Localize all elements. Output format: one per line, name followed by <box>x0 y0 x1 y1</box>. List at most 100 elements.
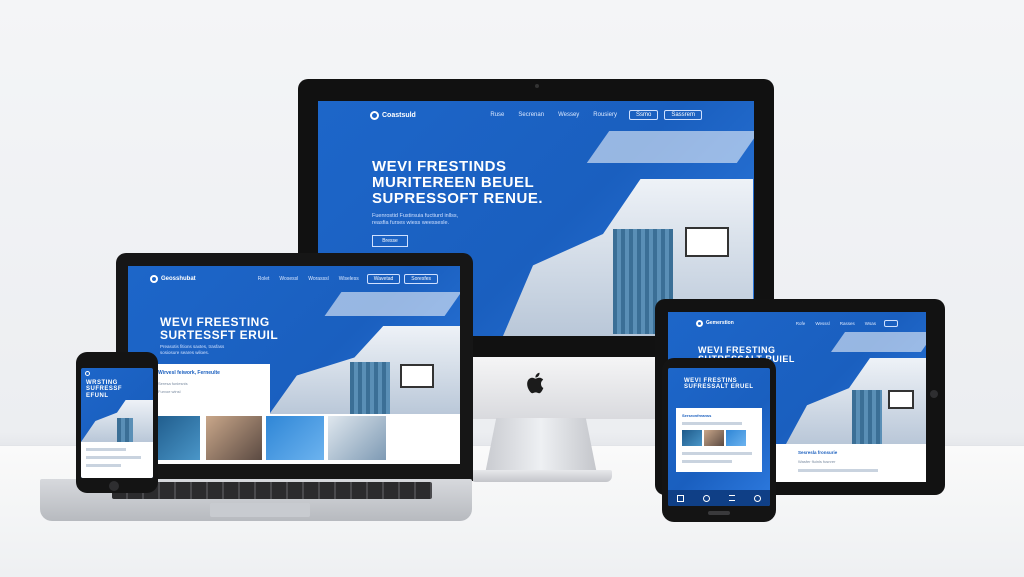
phone-small-logo[interactable] <box>85 371 90 376</box>
phone-large-card-title: Sersronfreanss <box>682 413 712 418</box>
laptop-sub-line-2: sosiosure seares wiloes. <box>160 350 210 356</box>
phone-large-card-line-1 <box>682 422 742 425</box>
monitor-camera-icon <box>535 84 539 88</box>
laptop-nav-item-3[interactable]: Worasssl <box>308 276 328 282</box>
laptop-nav-button-1[interactable]: Wavetad <box>366 274 401 284</box>
monitor-nav-item-3[interactable]: Wessey <box>558 112 579 118</box>
tablet-nav-item-1[interactable]: Rofe <box>796 321 806 326</box>
tablet-menu: Rofe Wesssl Rasses Wsas <box>796 321 876 326</box>
laptop-panel-line-1: Seresa funiesnis <box>158 381 188 386</box>
laptop-navbar: Geosshubat Rolet Wosessl Worasssl Wisele… <box>128 266 460 292</box>
phone-large-hero-title: WEVI FRESTINS SUFRESSALT ERUEL <box>684 378 754 391</box>
phone-large-card-line-3 <box>682 460 732 463</box>
monitor-navbar: Coastsuld Ruse Secrenan Wessey Rousiery … <box>318 101 754 129</box>
phone-large-nav-home-icon[interactable] <box>677 494 685 502</box>
phone-large-nav-user-icon[interactable] <box>753 494 761 502</box>
tablet-logo-icon <box>696 319 703 327</box>
laptop-logo[interactable]: Geosshubat <box>150 275 196 283</box>
laptop-touchpad <box>210 503 310 517</box>
laptop-gallery-image-2[interactable] <box>206 416 262 460</box>
brand-logo-icon <box>370 110 379 120</box>
monitor-hero-line-1: WEVI FRESTINDS <box>372 158 507 175</box>
phone-small-line-2 <box>86 456 141 459</box>
phone-large-thumb-1[interactable] <box>682 430 702 446</box>
brand-name: Coastsuld <box>382 111 416 119</box>
tablet-nav-item-3[interactable]: Rasses <box>840 321 855 326</box>
monitor-stand-neck <box>485 418 597 474</box>
monitor-nav-item-4[interactable]: Rousiery <box>593 112 617 118</box>
laptop-feature-panel: Wirvesl feiwork, Ferneulte Seresa funies… <box>152 364 270 414</box>
laptop-gallery-strip <box>128 414 460 464</box>
tablet-panel-line-1 <box>798 469 878 472</box>
phone-large-thumb-2[interactable] <box>704 430 724 446</box>
monitor-hero-subtitle: Fuenrostid Fustirsuia fuctiurd inllss, r… <box>372 213 458 228</box>
monitor-logo[interactable]: Coastsuld <box>370 110 416 120</box>
phone-large-card-line-2 <box>682 452 752 455</box>
phone-small-line-1 <box>86 448 126 451</box>
laptop-hero-line-2: SURTESSFT ERUIL <box>160 327 279 342</box>
monitor-hero-line-2: MURITEREEN BEUEL <box>372 173 535 191</box>
monitor-sub-line-2: reasfia furses wiess weessesle. <box>372 220 450 227</box>
laptop-billboard <box>400 364 434 388</box>
laptop-nav-button-2[interactable]: Soresfes <box>404 274 438 284</box>
laptop-menu: Rolet Wosessl Worasssl Wiseless <box>258 276 359 282</box>
laptop-gallery-image-4[interactable] <box>328 416 386 460</box>
phone-large-screen: WEVI FRESTINS SUFRESSALT ERUEL Sersronfr… <box>668 368 770 506</box>
laptop-gallery-image-3[interactable] <box>266 416 324 460</box>
laptop-building-glass <box>350 362 390 416</box>
tablet-building-glass <box>852 390 882 444</box>
laptop-hero-line-1: WEVI FREESTING <box>160 315 270 329</box>
phone-small-line-3 <box>86 464 121 467</box>
tablet-home-button <box>930 390 938 398</box>
tablet-logo[interactable]: Gemerstion <box>696 319 734 327</box>
monitor-hero-title: WEVI FRESTINDS MURITEREEN BEUEL SUPRESSO… <box>372 159 543 206</box>
phone-large-nav-menu-icon[interactable] <box>728 495 735 501</box>
laptop-nav-item-2[interactable]: Wosessl <box>279 276 298 282</box>
monitor-sub-line-1: Fuenrostid Fustirsuia fuctiurd inllss, <box>372 213 459 219</box>
phone-small-screen: WRSTING SUFRESSF EFUNL <box>81 368 153 478</box>
laptop-keyboard <box>112 482 432 499</box>
monitor-stand-base <box>470 470 612 482</box>
phone-small-hero-title: WRSTING SUFRESSF EFUNL <box>86 380 122 399</box>
phone-small-hero-line-2: SUFRESSF <box>86 386 123 393</box>
monitor-cta-button[interactable]: Bresse <box>372 235 408 247</box>
phone-large-home-bar <box>708 511 730 515</box>
monitor-menu: Ruse Secrenan Wessey Rousiery <box>490 112 617 118</box>
monitor-billboard <box>685 227 729 257</box>
monitor-nav-button-1[interactable]: Ssmo <box>628 110 659 120</box>
apple-logo-icon <box>526 371 546 395</box>
laptop-panel-title: Wirvesl feiwork, Ferneulte <box>158 370 220 376</box>
tablet-billboard <box>888 390 914 409</box>
monitor-hero-line-3: SUPRESSOFT RENUE. <box>372 189 544 207</box>
tablet-nav-button[interactable] <box>884 319 898 327</box>
tablet-panel-subtitle: Wasfer fluinls fusnrer <box>798 459 836 464</box>
monitor-hero-stripe <box>586 131 754 163</box>
monitor-nav-button-2[interactable]: Sassrem <box>664 110 702 120</box>
monitor-nav-item-2[interactable]: Secrenan <box>518 112 544 118</box>
tablet-nav-item-2[interactable]: Wesssl <box>815 321 829 326</box>
tablet-panel-title: Sesresla fronsurie <box>798 450 838 455</box>
phone-large-hero-line-2: SUFRESSALT ERUEL <box>684 384 754 391</box>
phone-small-logo-icon <box>85 371 90 376</box>
tablet-hero-stripe <box>830 332 926 352</box>
phone-large-nav-search-icon[interactable] <box>703 494 711 502</box>
tablet-nav-item-4[interactable]: Wsas <box>865 321 876 326</box>
laptop-brand-name: Geosshubat <box>161 276 196 282</box>
phone-large-thumb-3[interactable] <box>726 430 746 446</box>
laptop-logo-icon <box>150 275 158 283</box>
phone-small-hero-line-3: EFUNL <box>86 392 109 399</box>
tablet-navbar: Gemerstion Rofe Wesssl Rasses Wsas <box>668 312 926 334</box>
tablet-brand-name: Gemerstion <box>706 320 734 326</box>
phone-large-card: Sersronfreanss <box>676 408 762 472</box>
monitor-nav-item-1[interactable]: Ruse <box>490 112 504 118</box>
laptop-screen: Geosshubat Rolet Wosessl Worasssl Wisele… <box>128 266 460 464</box>
phone-large-bottom-nav <box>668 490 770 506</box>
laptop-hero-subtitle: Preasotis fitions saxtes, trasfass sosio… <box>160 344 224 356</box>
phone-small-content-panel <box>81 442 153 478</box>
laptop-nav-item-4[interactable]: Wiseless <box>339 276 359 282</box>
laptop-hero-title: WEVI FREESTING SURTESSFT ERUIL <box>160 316 278 341</box>
laptop-nav-item-1[interactable]: Rolet <box>258 276 270 282</box>
laptop-gallery-image-1[interactable] <box>152 416 200 460</box>
laptop-panel-line-2: Furvoe winsl <box>158 389 181 394</box>
phone-small-building-glass <box>117 418 133 442</box>
